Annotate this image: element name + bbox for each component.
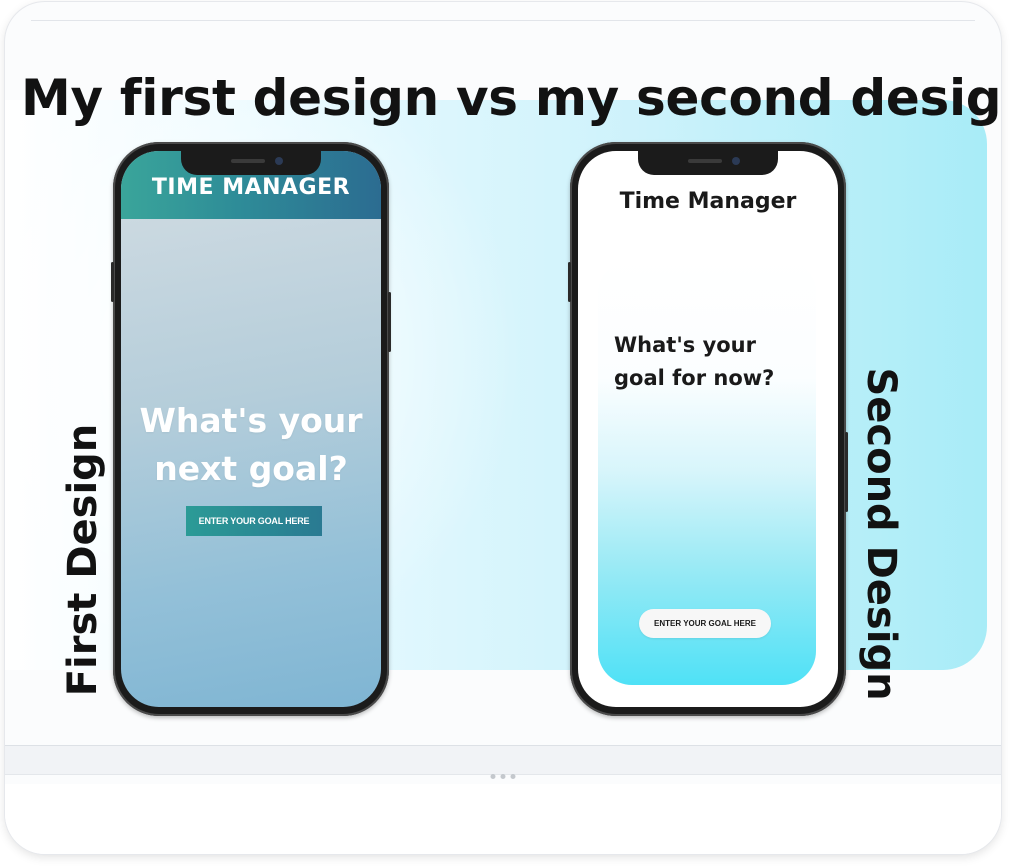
- slide-title: My first design vs my second design: [21, 69, 1001, 127]
- first-design-phone: TIME MANAGER What's your next goal? ENTE…: [111, 142, 391, 716]
- second-design-screen: Time Manager What's your goal for now? E…: [578, 151, 838, 707]
- resize-grip-icon[interactable]: [490, 774, 516, 779]
- speaker-icon: [688, 159, 722, 163]
- second-design-question: What's your goal for now?: [614, 333, 775, 390]
- first-design-screen: TIME MANAGER What's your next goal? ENTE…: [121, 151, 381, 707]
- camera-icon: [275, 157, 283, 165]
- second-design-app-title: Time Manager: [619, 189, 797, 214]
- phone-power-button: [845, 432, 848, 512]
- phone-volume-button: [568, 262, 571, 302]
- first-design-app-title: TIME MANAGER: [151, 175, 351, 200]
- second-design-enter-goal-button[interactable]: ENTER YOUR GOAL HERE: [639, 609, 771, 638]
- second-design-phone: Time Manager What's your goal for now? E…: [568, 142, 848, 716]
- camera-icon: [732, 157, 740, 165]
- top-divider: [31, 20, 975, 21]
- second-design-label: Second Design: [858, 367, 904, 701]
- second-design-goal-card: What's your goal for now? ENTER YOUR GOA…: [598, 259, 816, 685]
- phone-notch: [638, 151, 778, 175]
- first-design-enter-goal-button[interactable]: ENTER YOUR GOAL HERE: [186, 506, 322, 536]
- speaker-icon: [231, 159, 265, 163]
- bottom-toolbar: [5, 745, 1001, 775]
- phone-notch: [181, 151, 321, 175]
- phone-power-button: [388, 292, 391, 352]
- first-design-question: What's your next goal?: [139, 401, 363, 488]
- notes-area: [5, 784, 1001, 854]
- slide-card: My first design vs my second design Firs…: [5, 2, 1001, 854]
- first-design-label: First Design: [60, 423, 106, 697]
- phone-volume-button: [111, 262, 114, 302]
